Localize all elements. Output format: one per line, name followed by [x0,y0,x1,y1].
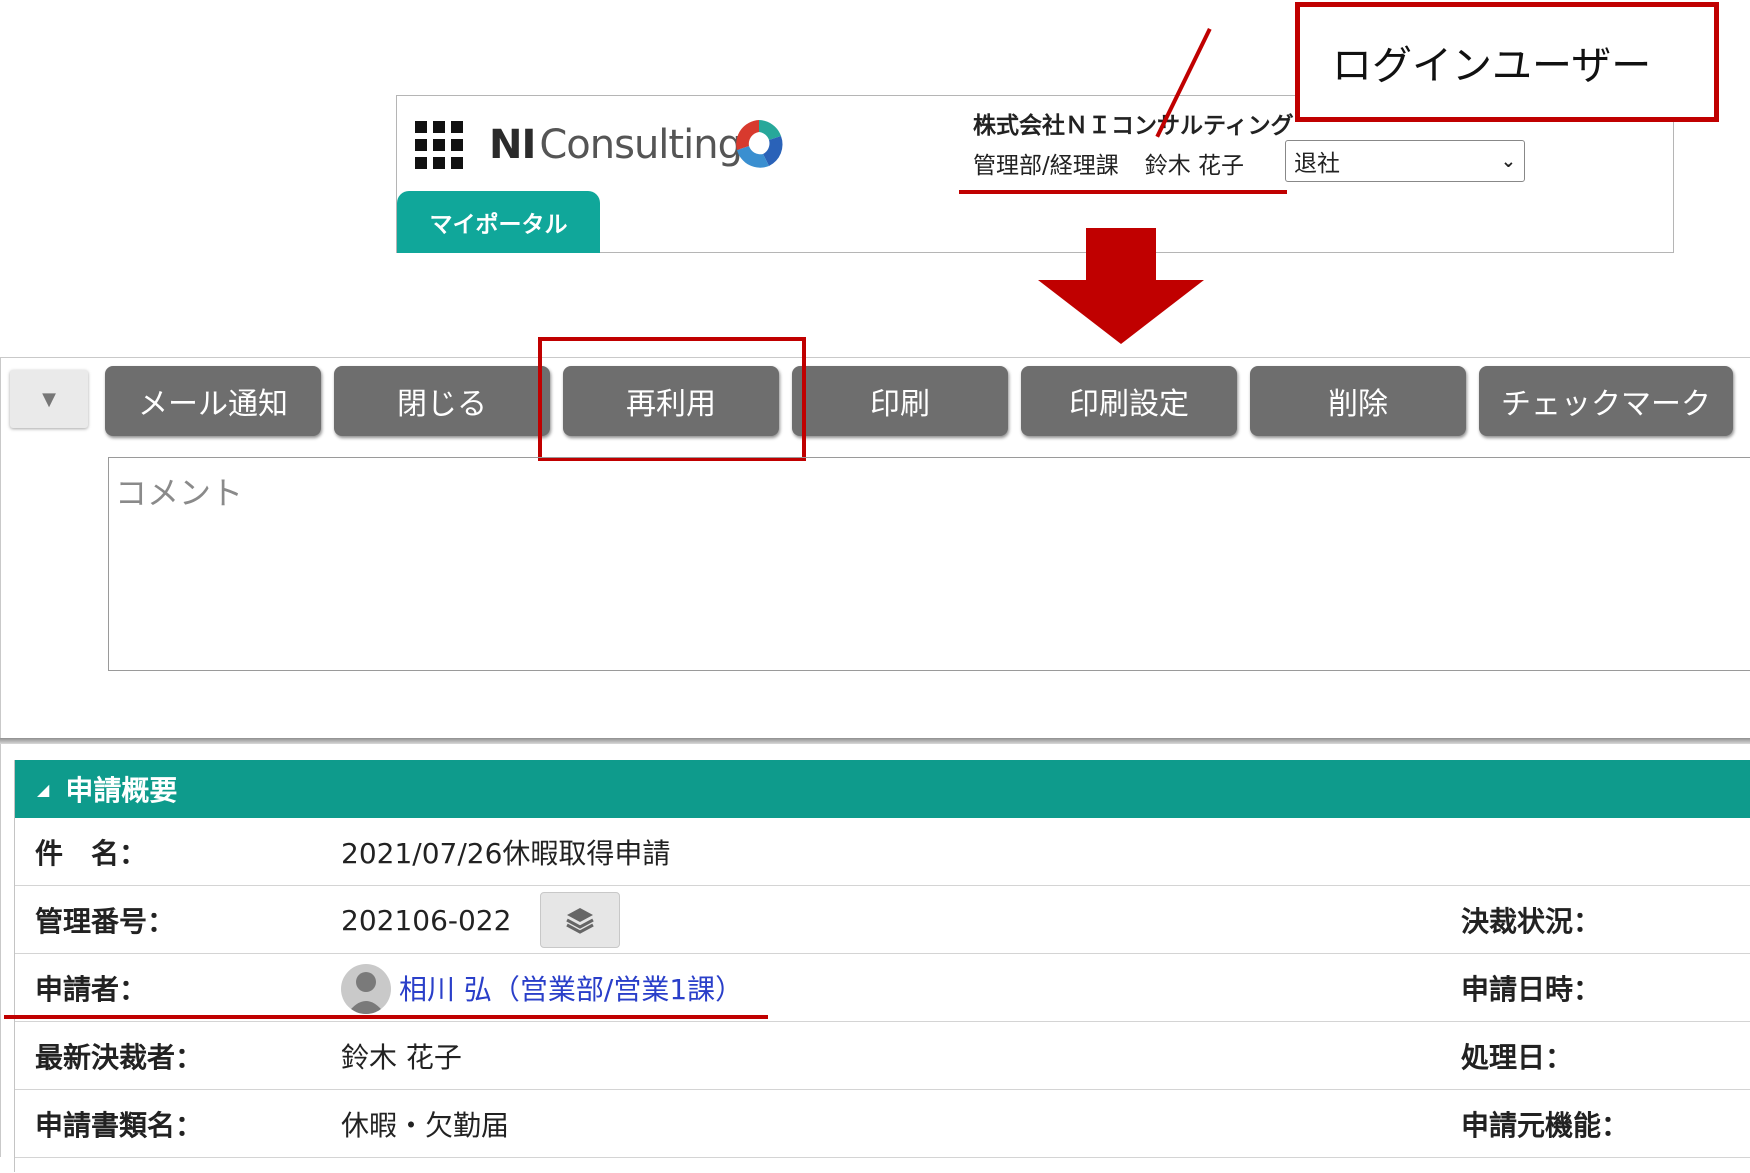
comment-placeholder: コメント [115,474,244,512]
user-avatar-icon [347,972,385,1014]
row-right-label: 決裁状況： [1461,905,1602,938]
summary-row-management-number: 管理番号： 202106-022 決裁状況： [15,886,1750,954]
company-name: 株式会社ＮＩコンサルティング [973,113,1294,139]
summary-row-latest-approver: 最新決裁者： 鈴木 花子 処理日： [15,1022,1750,1090]
row-right-label: 処理日： [1461,1041,1574,1074]
delete-button[interactable]: 削除 [1250,366,1466,436]
collapse-toggle-button[interactable]: ▼ [10,370,88,428]
checkmark-button[interactable]: チェックマーク [1479,366,1733,436]
close-button[interactable]: 閉じる [334,366,550,436]
logo-mark-icon [736,120,783,168]
management-number-value: 202106-022 [341,903,512,937]
row-label: 申請者： [35,973,148,1006]
applicant-underline-annotation [4,1015,768,1019]
login-user-underline-annotation [959,190,1287,194]
login-user-info: 管理部/経理課 鈴木 花子 [973,146,1244,180]
comment-textarea[interactable]: コメント [108,457,1750,671]
attendance-status-select[interactable]: 退社 ⌄ [1285,140,1525,182]
summary-row-subject: 件 名： 2021/07/26休暇取得申請 [15,818,1750,886]
latest-approver-value: 鈴木 花子 [341,1041,462,1074]
chevron-down-icon: ⌄ [1500,150,1516,172]
user-department: 管理部/経理課 [973,153,1119,179]
ni-consulting-logo: NI Consulting [489,122,743,168]
down-arrow-annotation [1038,228,1204,344]
collapse-triangle-icon: ◢ [37,779,50,799]
related-documents-button[interactable] [540,892,620,948]
row-label: 最新決裁者： [35,1041,204,1074]
summary-title: 申請概要 [65,774,178,807]
reuse-button-highlight-annotation [538,337,806,461]
layers-icon [566,908,594,934]
avatar [341,964,391,1014]
summary-row-document-type: 申請書類名： 休暇・欠勤届 申請元機能： [15,1090,1750,1158]
callout-label: ログインユーザー [1332,43,1652,89]
row-label: 管理番号： [35,905,176,938]
application-summary-panel: ◢ 申請概要 件 名： 2021/07/26休暇取得申請 管理番号： 20210… [14,760,1750,1172]
tab-my-portal[interactable]: マイポータル [397,191,600,253]
chevron-down-icon: ▼ [42,388,56,410]
status-select-value: 退社 [1294,151,1340,177]
summary-row-applicant: 申請者： 相川 弘（営業部/営業1課） 申請日時： [15,954,1750,1022]
summary-section-header[interactable]: ◢ 申請概要 [15,760,1750,818]
mail-notify-button[interactable]: メール通知 [105,366,321,436]
login-user-callout: ログインユーザー [1295,2,1719,122]
row-right-label: 申請日時： [1461,973,1602,1006]
document-type-value: 休暇・欠勤届 [341,1109,510,1142]
row-label: 申請書類名： [35,1109,204,1142]
print-button[interactable]: 印刷 [792,366,1008,436]
print-settings-button[interactable]: 印刷設定 [1021,366,1237,436]
row-right-label: 申請元機能： [1461,1109,1630,1142]
user-name: 鈴木 花子 [1144,153,1245,179]
app-menu-grid-icon[interactable] [415,121,463,169]
subject-value: 2021/07/26休暇取得申請 [341,837,671,870]
applicant-link[interactable]: 相川 弘（営業部/営業1課） [399,954,743,1022]
row-label: 件 名： [35,837,148,870]
section-divider [0,738,1750,744]
